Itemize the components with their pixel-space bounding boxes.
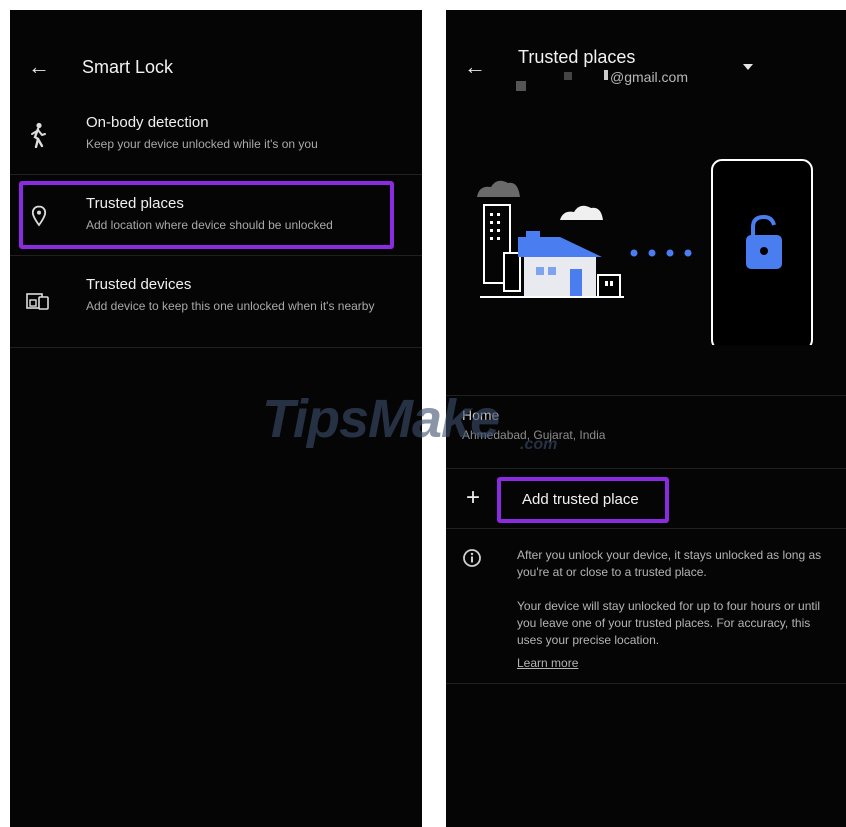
smart-lock-screen: ← Smart Lock On-body detection Keep your…	[10, 10, 422, 827]
devices-icon	[26, 293, 49, 310]
divider	[446, 528, 846, 529]
item-subtitle: Keep your device unlocked while it's on …	[86, 137, 318, 151]
blurred-account-name	[604, 70, 608, 80]
trusted-place-illustration-icon	[477, 159, 813, 345]
page-title: Trusted places	[518, 47, 636, 67]
divider	[446, 395, 846, 396]
place-name: Home	[462, 407, 500, 423]
account-email: @gmail.com	[610, 69, 689, 85]
learn-more-link[interactable]: Learn more	[517, 655, 578, 672]
info-paragraph: After you unlock your device, it stays u…	[517, 548, 822, 579]
item-title: On-body detection	[86, 114, 209, 131]
item-title: Trusted devices	[86, 276, 192, 293]
divider	[10, 174, 422, 175]
walking-person-icon	[31, 122, 46, 148]
trusted-places-screen: ← Trusted places @gmail.com Home Ahmedab…	[446, 10, 846, 827]
blurred-account-name	[564, 72, 572, 80]
info-paragraph: Your device will stay unlocked for up to…	[517, 599, 821, 647]
dropdown-arrow-icon	[743, 64, 753, 70]
plus-icon: +	[466, 484, 481, 511]
blurred-account-name	[516, 81, 526, 91]
divider	[10, 255, 422, 256]
highlight-box	[19, 181, 394, 249]
info-icon	[463, 549, 481, 567]
divider	[446, 468, 846, 469]
watermark-domain: .com	[520, 436, 558, 453]
back-arrow-icon[interactable]: ←	[464, 56, 486, 78]
item-subtitle: Add device to keep this one unlocked whe…	[86, 299, 375, 313]
back-arrow-icon[interactable]: ←	[28, 56, 50, 78]
divider	[446, 683, 846, 684]
divider	[10, 347, 422, 348]
highlight-box	[497, 477, 669, 523]
page-title: Smart Lock	[82, 57, 174, 77]
